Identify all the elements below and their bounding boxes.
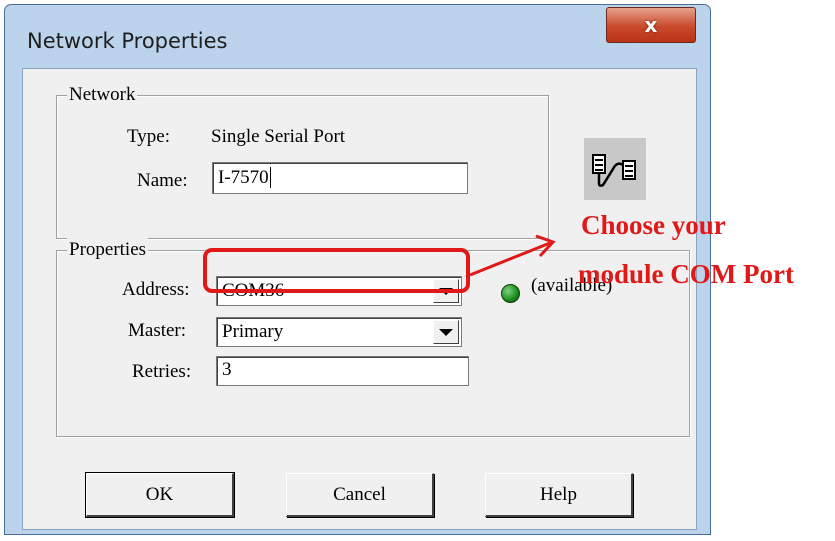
retries-field-value: 3 (222, 359, 232, 380)
retries-field[interactable]: 3 (216, 356, 469, 386)
properties-group-label: Properties (67, 238, 149, 262)
annotation-line-1: Choose your (581, 210, 726, 240)
window-title: Network Properties (27, 29, 228, 53)
name-field-value: I-7570 (218, 167, 269, 188)
master-label: Master: (128, 320, 187, 341)
serial-network-icon (584, 138, 646, 200)
close-icon: x (644, 13, 658, 37)
ok-button[interactable]: OK (85, 472, 235, 518)
address-highlight-box (203, 248, 470, 293)
dialog-body: Network Type: Single Serial Port Name: I… (22, 68, 697, 530)
address-label: Address: (122, 279, 190, 300)
help-button[interactable]: Help (485, 473, 633, 517)
type-value: Single Serial Port (211, 126, 346, 147)
name-label: Name: (137, 170, 188, 191)
master-dropdown-button[interactable] (433, 320, 459, 344)
chevron-down-icon (439, 328, 453, 336)
network-groupbox: Network Type: Single Serial Port Name: I… (56, 83, 549, 239)
master-select-value: Primary (222, 321, 284, 342)
status-indicator-icon (501, 284, 520, 303)
retries-label: Retries: (132, 361, 192, 382)
close-button[interactable]: x (606, 7, 696, 43)
annotation-line-2: module COM Port (578, 259, 794, 289)
type-label: Type: (127, 126, 170, 147)
network-group-label: Network (67, 83, 138, 107)
name-field[interactable]: I-7570 (212, 162, 468, 194)
master-select[interactable]: Primary (216, 317, 462, 347)
cancel-button[interactable]: Cancel (286, 473, 434, 517)
